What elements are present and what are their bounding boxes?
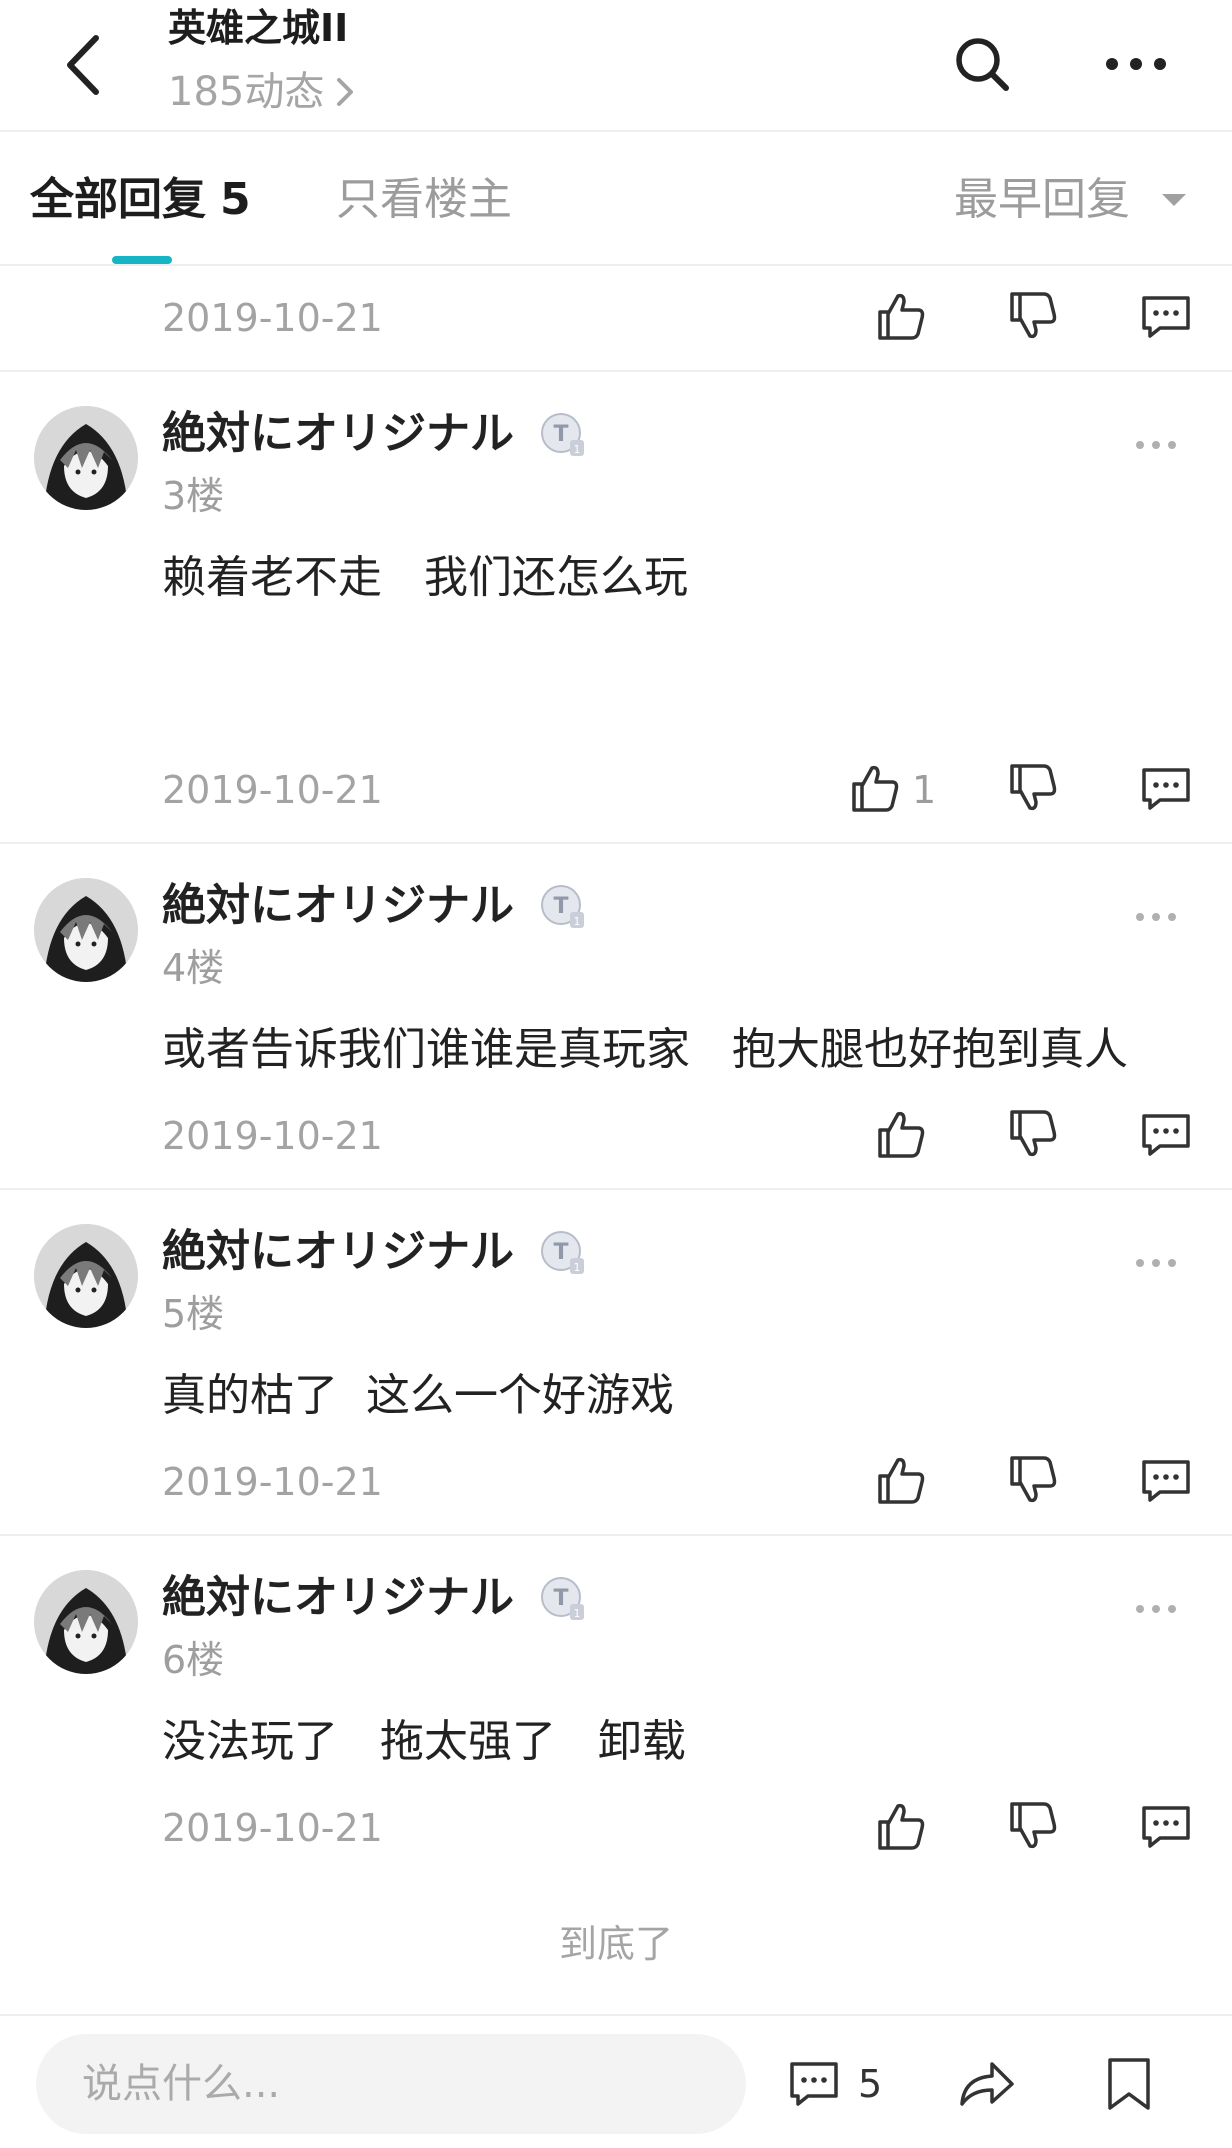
- title-block[interactable]: 英雄之城II 185动态: [168, 4, 356, 120]
- top-nav-bar: 英雄之城II 185动态: [0, 0, 1232, 132]
- thumbs-down-icon[interactable]: [1004, 1452, 1060, 1508]
- username[interactable]: 絶対にオリジナル: [162, 1226, 514, 1278]
- reply-comment-icon[interactable]: [1138, 1452, 1194, 1508]
- more-options-icon[interactable]: [1102, 46, 1170, 82]
- chevron-right-icon: [337, 78, 354, 106]
- reply-comment-icon[interactable]: [1138, 760, 1194, 816]
- floor-number: 6楼: [162, 1638, 225, 1682]
- comment-more-icon[interactable]: [1134, 910, 1178, 924]
- thumbs-down-icon[interactable]: [1004, 1798, 1060, 1854]
- user-avatar[interactable]: [34, 1570, 138, 1674]
- comment-date: 2019-10-21: [162, 1460, 383, 1504]
- comment-date: 2019-10-21: [162, 1114, 383, 1158]
- thumbs-up-icon[interactable]: [872, 288, 928, 344]
- username[interactable]: 絶対にオリジナル: [162, 408, 514, 460]
- username[interactable]: 絶対にオリジナル: [162, 880, 514, 932]
- comment-date: 2019-10-21: [162, 1806, 383, 1850]
- svg-text:T: T: [553, 894, 568, 919]
- user-avatar[interactable]: [34, 878, 138, 982]
- username[interactable]: 絶対にオリジナル: [162, 1572, 514, 1624]
- svg-text:1: 1: [574, 915, 581, 928]
- user-avatar[interactable]: [34, 1224, 138, 1328]
- tab-op-only[interactable]: 只看楼主: [336, 174, 512, 226]
- like-count: 1: [912, 768, 937, 812]
- sort-dropdown-label: 最早回复: [954, 174, 1130, 225]
- svg-text:1: 1: [574, 1261, 581, 1274]
- comment-count: 5: [858, 2062, 883, 2106]
- comment-text: 赖着老不走 我们还怎么玩: [162, 552, 688, 603]
- divider: [0, 842, 1232, 844]
- floor-number: 3楼: [162, 474, 225, 518]
- comment-date: 2019-10-21: [162, 296, 383, 340]
- tab-all-replies-label: 全部回复: [30, 174, 206, 225]
- reply-input[interactable]: [36, 2034, 746, 2134]
- floor-number: 5楼: [162, 1292, 225, 1336]
- comment-date: 2019-10-21: [162, 768, 383, 812]
- search-icon[interactable]: [950, 32, 1014, 96]
- floor-number: 4楼: [162, 946, 225, 990]
- thumbs-down-icon[interactable]: [1004, 288, 1060, 344]
- divider: [0, 370, 1232, 372]
- comment-text: 真的枯了 这么一个好游戏: [162, 1370, 674, 1421]
- comment-more-icon[interactable]: [1134, 1602, 1178, 1616]
- comments-icon[interactable]: [786, 2056, 842, 2112]
- activity-count-link[interactable]: 185动态: [168, 64, 356, 120]
- divider: [0, 1534, 1232, 1536]
- caret-down-icon: [1162, 194, 1186, 206]
- reply-comment-icon[interactable]: [1138, 288, 1194, 344]
- thumbs-up-icon[interactable]: [872, 1452, 928, 1508]
- thumbs-up-icon[interactable]: [846, 760, 902, 816]
- bookmark-icon[interactable]: [1104, 2054, 1154, 2114]
- user-level-badge-icon: T 1: [541, 1577, 584, 1620]
- activity-count-label: 185动态: [168, 69, 325, 115]
- reply-comment-icon[interactable]: [1138, 1106, 1194, 1162]
- sort-dropdown[interactable]: 最早回复: [954, 174, 1186, 226]
- comment-more-icon[interactable]: [1134, 1256, 1178, 1270]
- end-of-list-label: 到底了: [558, 1922, 673, 1966]
- svg-text:T: T: [553, 422, 568, 447]
- back-arrow-icon[interactable]: [56, 30, 116, 100]
- reply-filter-tabs: 全部回复 5 只看楼主 最早回复: [0, 134, 1232, 266]
- bottom-action-bar: 5: [0, 2014, 1232, 2148]
- user-level-badge-icon: T 1: [541, 885, 584, 928]
- svg-text:T: T: [553, 1240, 568, 1265]
- comment-text: 没法玩了 拖太强了 卸载: [162, 1716, 686, 1767]
- share-icon[interactable]: [956, 2056, 1016, 2112]
- reply-comment-icon[interactable]: [1138, 1798, 1194, 1854]
- page-title: 英雄之城II: [168, 6, 349, 50]
- comment-more-icon[interactable]: [1134, 438, 1178, 452]
- svg-text:1: 1: [574, 1607, 581, 1620]
- thumbs-down-icon[interactable]: [1004, 1106, 1060, 1162]
- tab-all-replies[interactable]: 全部回复 5: [30, 174, 251, 226]
- svg-text:1: 1: [574, 443, 581, 456]
- tab-all-replies-count: 5: [220, 174, 251, 225]
- user-level-badge-icon: T 1: [541, 413, 584, 456]
- comment-text: 或者告诉我们谁谁是真玩家 抱大腿也好抱到真人: [162, 1024, 1128, 1075]
- thumbs-up-icon[interactable]: [872, 1798, 928, 1854]
- thumbs-down-icon[interactable]: [1004, 760, 1060, 816]
- svg-text:T: T: [553, 1586, 568, 1611]
- user-level-badge-icon: T 1: [541, 1231, 584, 1274]
- user-avatar[interactable]: [34, 406, 138, 510]
- thumbs-up-icon[interactable]: [872, 1106, 928, 1162]
- active-tab-indicator: [112, 256, 172, 264]
- divider: [0, 1188, 1232, 1190]
